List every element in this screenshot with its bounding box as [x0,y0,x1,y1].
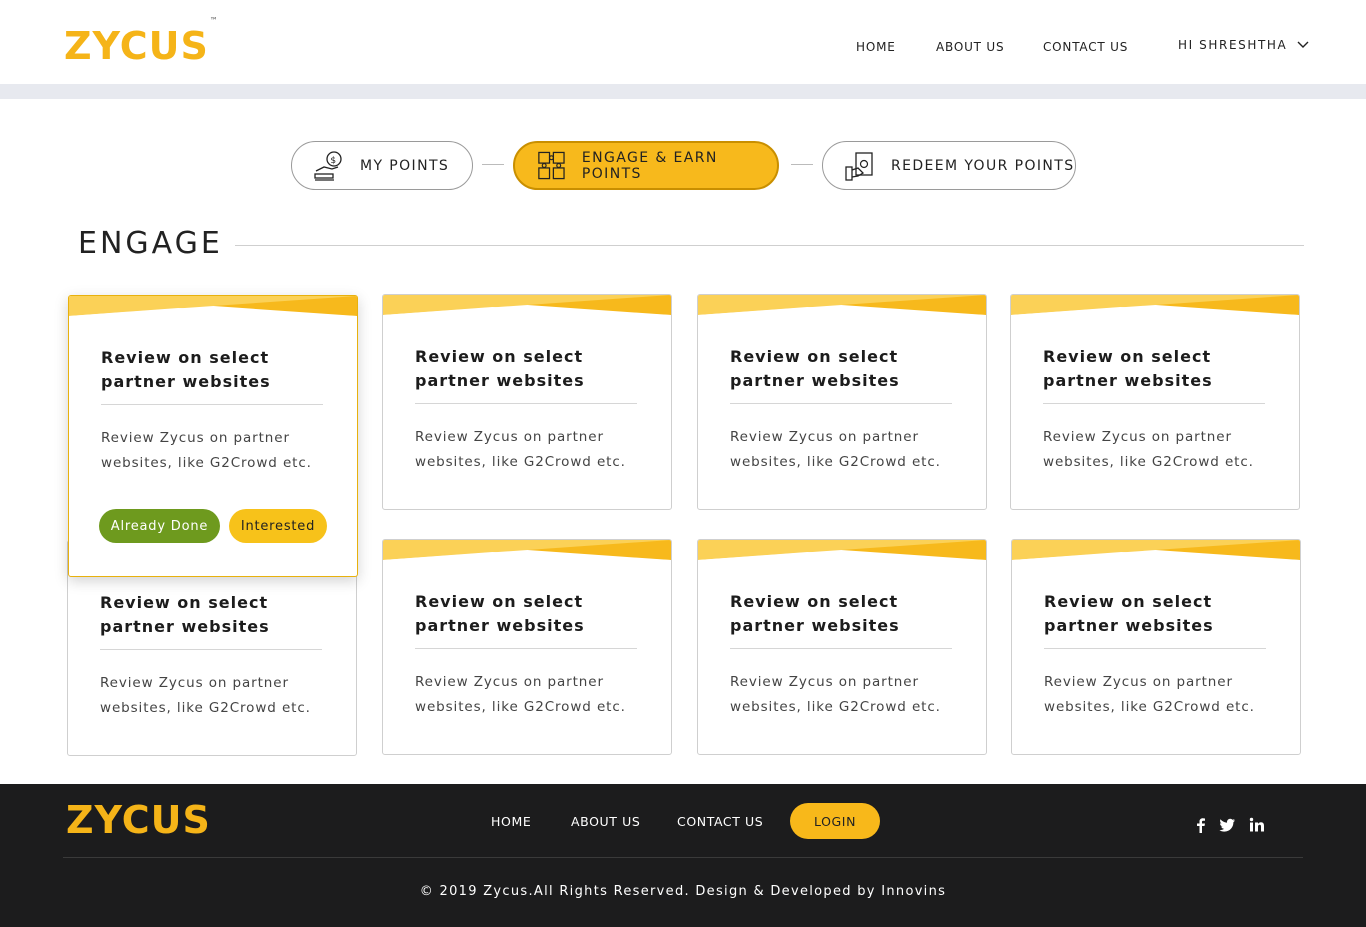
copyright-text: © 2019 Zycus.All Rights Reserved. Design… [419,884,947,899]
card-divider [415,648,637,649]
footer-nav-contact-us[interactable]: CONTACT US [677,814,763,829]
card-title: Review on select partner websites [1043,347,1213,390]
engage-card[interactable]: Review on select partner websites Review… [382,294,672,510]
svg-text:$: $ [330,156,337,166]
puzzle-grid-icon [538,151,565,179]
zycus-footer-logo[interactable]: ZYCUS [66,798,211,842]
card-title: Review on select partner websites [730,592,900,635]
user-menu[interactable]: HI SHRESHTHA [1178,38,1309,52]
engage-card[interactable]: Review on select partner websites Review… [1011,539,1301,755]
card-description: Review Zycus on partner websites, like G… [415,674,626,715]
card-title: Review on select partner websites [415,347,585,390]
header-divider-strip [0,84,1366,99]
site-header: ZYCUS™ HOME ABOUT US CONTACT US HI SHRES… [0,0,1366,84]
card-description: Review Zycus on partner websites, like G… [1044,674,1255,715]
card-band [69,296,357,316]
engage-card[interactable]: Review on select partner websites Review… [382,539,672,755]
site-footer: ZYCUS HOME ABOUT US CONTACT US LOGIN © 2… [0,784,1366,927]
card-title: Review on select partner websites [100,593,270,636]
cash-hand-icon [845,151,873,181]
card-band [1012,540,1300,560]
step-label: ENGAGE & EARN POINTS [581,149,718,182]
card-divider [415,403,637,404]
card-description: Review Zycus on partner websites, like G… [730,429,941,470]
facebook-icon[interactable] [1192,816,1210,834]
engage-card-active[interactable]: Review on select partner websites Review… [68,295,358,577]
step-connector [482,164,504,165]
card-band [1011,295,1299,315]
card-title: Review on select partner websites [415,592,585,635]
step-my-points[interactable]: $ MY POINTS [291,141,473,190]
section-divider [235,245,1304,246]
nav-home[interactable]: HOME [856,40,896,54]
step-label: MY POINTS [360,157,450,174]
card-band [698,295,986,315]
card-band [383,540,671,560]
card-divider [730,403,952,404]
nav-contact-us[interactable]: CONTACT US [1043,40,1128,54]
chevron-down-icon [1297,41,1309,48]
step-engage-earn-points[interactable]: ENGAGE & EARN POINTS [513,141,779,190]
card-divider [101,404,323,405]
footer-divider [63,857,1303,858]
engage-card[interactable]: Review on select partner websites Review… [1010,294,1300,510]
card-description: Review Zycus on partner websites, like G… [730,674,941,715]
footer-nav-home[interactable]: HOME [491,814,531,829]
card-divider [1044,648,1266,649]
step-label: REDEEM YOUR POINTS [891,157,1075,174]
footer-nav-about-us[interactable]: ABOUT US [571,814,640,829]
card-description: Review Zycus on partner websites, like G… [101,430,312,471]
hand-coin-icon: $ [314,150,342,181]
card-title: Review on select partner websites [1044,592,1214,635]
card-title: Review on select partner websites [101,348,271,391]
step-connector [791,164,813,165]
twitter-icon[interactable] [1218,816,1236,834]
section-title: ENGAGE [78,226,223,261]
card-divider [100,649,322,650]
card-description: Review Zycus on partner websites, like G… [100,675,311,716]
card-title: Review on select partner websites [730,347,900,390]
nav-about-us[interactable]: ABOUT US [936,40,1004,54]
login-button[interactable]: LOGIN [790,803,880,839]
zycus-logo[interactable]: ZYCUS™ [64,16,218,68]
card-band [698,540,986,560]
card-band [383,295,671,315]
engage-card[interactable]: Review on select partner websites Review… [697,539,987,755]
card-divider [1043,403,1265,404]
user-greeting: HI SHRESHTHA [1178,38,1288,52]
card-description: Review Zycus on partner websites, like G… [1043,429,1254,470]
engage-card[interactable]: Review on select partner websites Review… [697,294,987,510]
card-description: Review Zycus on partner websites, like G… [415,429,626,470]
step-redeem-your-points[interactable]: REDEEM YOUR POINTS [822,141,1076,190]
linkedin-icon[interactable] [1248,816,1266,834]
already-done-button[interactable]: Already Done [99,509,220,543]
card-divider [730,648,952,649]
interested-button[interactable]: Interested [229,509,327,543]
